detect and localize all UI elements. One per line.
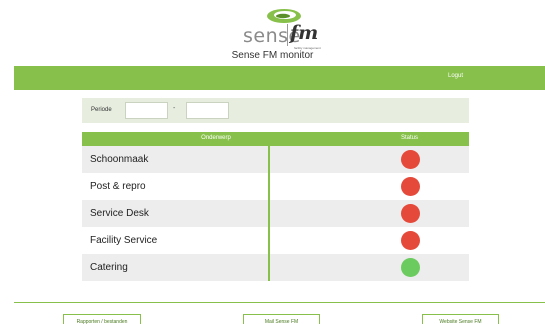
row-subject: Service Desk bbox=[90, 208, 149, 219]
row-subject: Facility Service bbox=[90, 235, 158, 246]
table-row[interactable]: Catering bbox=[82, 254, 469, 281]
status-indicator bbox=[401, 204, 420, 223]
row-subject: Catering bbox=[90, 262, 128, 273]
column-divider bbox=[268, 146, 270, 281]
table-row[interactable]: Service Desk bbox=[82, 200, 469, 227]
logo-separator bbox=[287, 24, 288, 46]
period-separator: - bbox=[173, 105, 176, 112]
table-row[interactable]: Facility Service bbox=[82, 227, 469, 254]
status-indicator bbox=[401, 231, 420, 250]
table-header: Onderwerp Status bbox=[82, 132, 469, 146]
column-header-status: Status bbox=[400, 135, 418, 141]
mail-sense-fm-button[interactable]: Mail Sense FM bbox=[243, 314, 320, 324]
app-title: Sense FM monitor bbox=[231, 50, 314, 61]
period-filter: Periode - bbox=[82, 98, 469, 123]
header: sense fm facility management Sense FM mo… bbox=[0, 0, 545, 64]
sense-fm-logo: sense fm facility management bbox=[243, 8, 323, 50]
logout-link[interactable]: Logut bbox=[448, 73, 463, 79]
status-indicator bbox=[401, 150, 420, 169]
row-subject: Post & repro bbox=[90, 181, 146, 192]
period-to-input[interactable] bbox=[186, 102, 229, 119]
logo-fm: fm bbox=[290, 22, 319, 44]
footer-divider bbox=[14, 302, 545, 303]
status-table: Onderwerp Status Schoonmaak Post & repro… bbox=[82, 132, 469, 281]
row-subject: Schoonmaak bbox=[90, 154, 149, 165]
table-row[interactable]: Post & repro bbox=[82, 173, 469, 200]
status-indicator bbox=[401, 177, 420, 196]
reports-files-button[interactable]: Rapporten / bestanden bbox=[63, 314, 141, 324]
top-nav-bar: Logut bbox=[14, 66, 545, 90]
column-header-subject: Onderwerp bbox=[201, 135, 231, 141]
status-indicator bbox=[401, 258, 420, 277]
website-sense-fm-button[interactable]: Website Sense FM bbox=[422, 314, 499, 324]
period-from-input[interactable] bbox=[125, 102, 168, 119]
period-label: Periode bbox=[91, 107, 112, 113]
table-row[interactable]: Schoonmaak bbox=[82, 146, 469, 173]
